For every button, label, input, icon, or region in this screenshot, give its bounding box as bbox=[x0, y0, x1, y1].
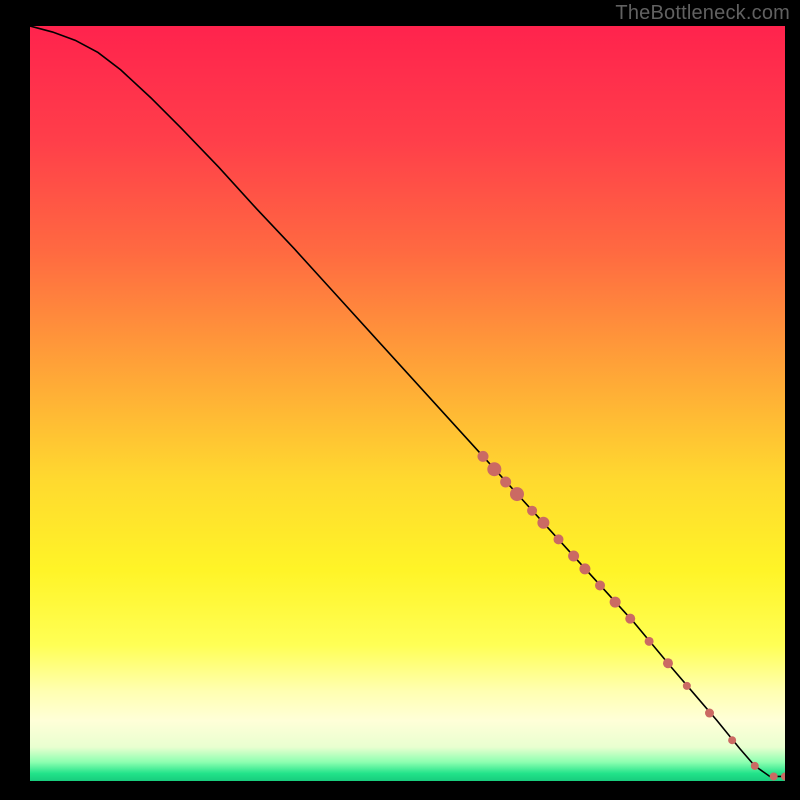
chart-svg bbox=[30, 26, 785, 781]
scatter-dot bbox=[478, 451, 489, 462]
scatter-dot bbox=[770, 772, 778, 780]
chart-stage: TheBottleneck.com bbox=[0, 0, 800, 800]
plot-area bbox=[30, 26, 785, 781]
scatter-dot bbox=[705, 709, 714, 718]
scatter-dot bbox=[554, 534, 564, 544]
scatter-dot bbox=[568, 551, 579, 562]
attribution-text: TheBottleneck.com bbox=[615, 2, 790, 25]
scatter-dot bbox=[579, 563, 590, 574]
scatter-dot bbox=[510, 487, 524, 501]
scatter-dot bbox=[645, 637, 654, 646]
scatter-dot bbox=[683, 682, 691, 690]
scatter-dot bbox=[625, 614, 635, 624]
scatter-dot bbox=[595, 580, 605, 590]
scatter-dot bbox=[527, 506, 537, 516]
scatter-dot bbox=[728, 736, 736, 744]
scatter-dot bbox=[610, 597, 621, 608]
scatter-dot bbox=[537, 517, 549, 529]
scatter-dot bbox=[500, 477, 511, 488]
scatter-dot bbox=[487, 462, 501, 476]
scatter-dot bbox=[751, 762, 759, 770]
scatter-dot bbox=[663, 658, 673, 668]
